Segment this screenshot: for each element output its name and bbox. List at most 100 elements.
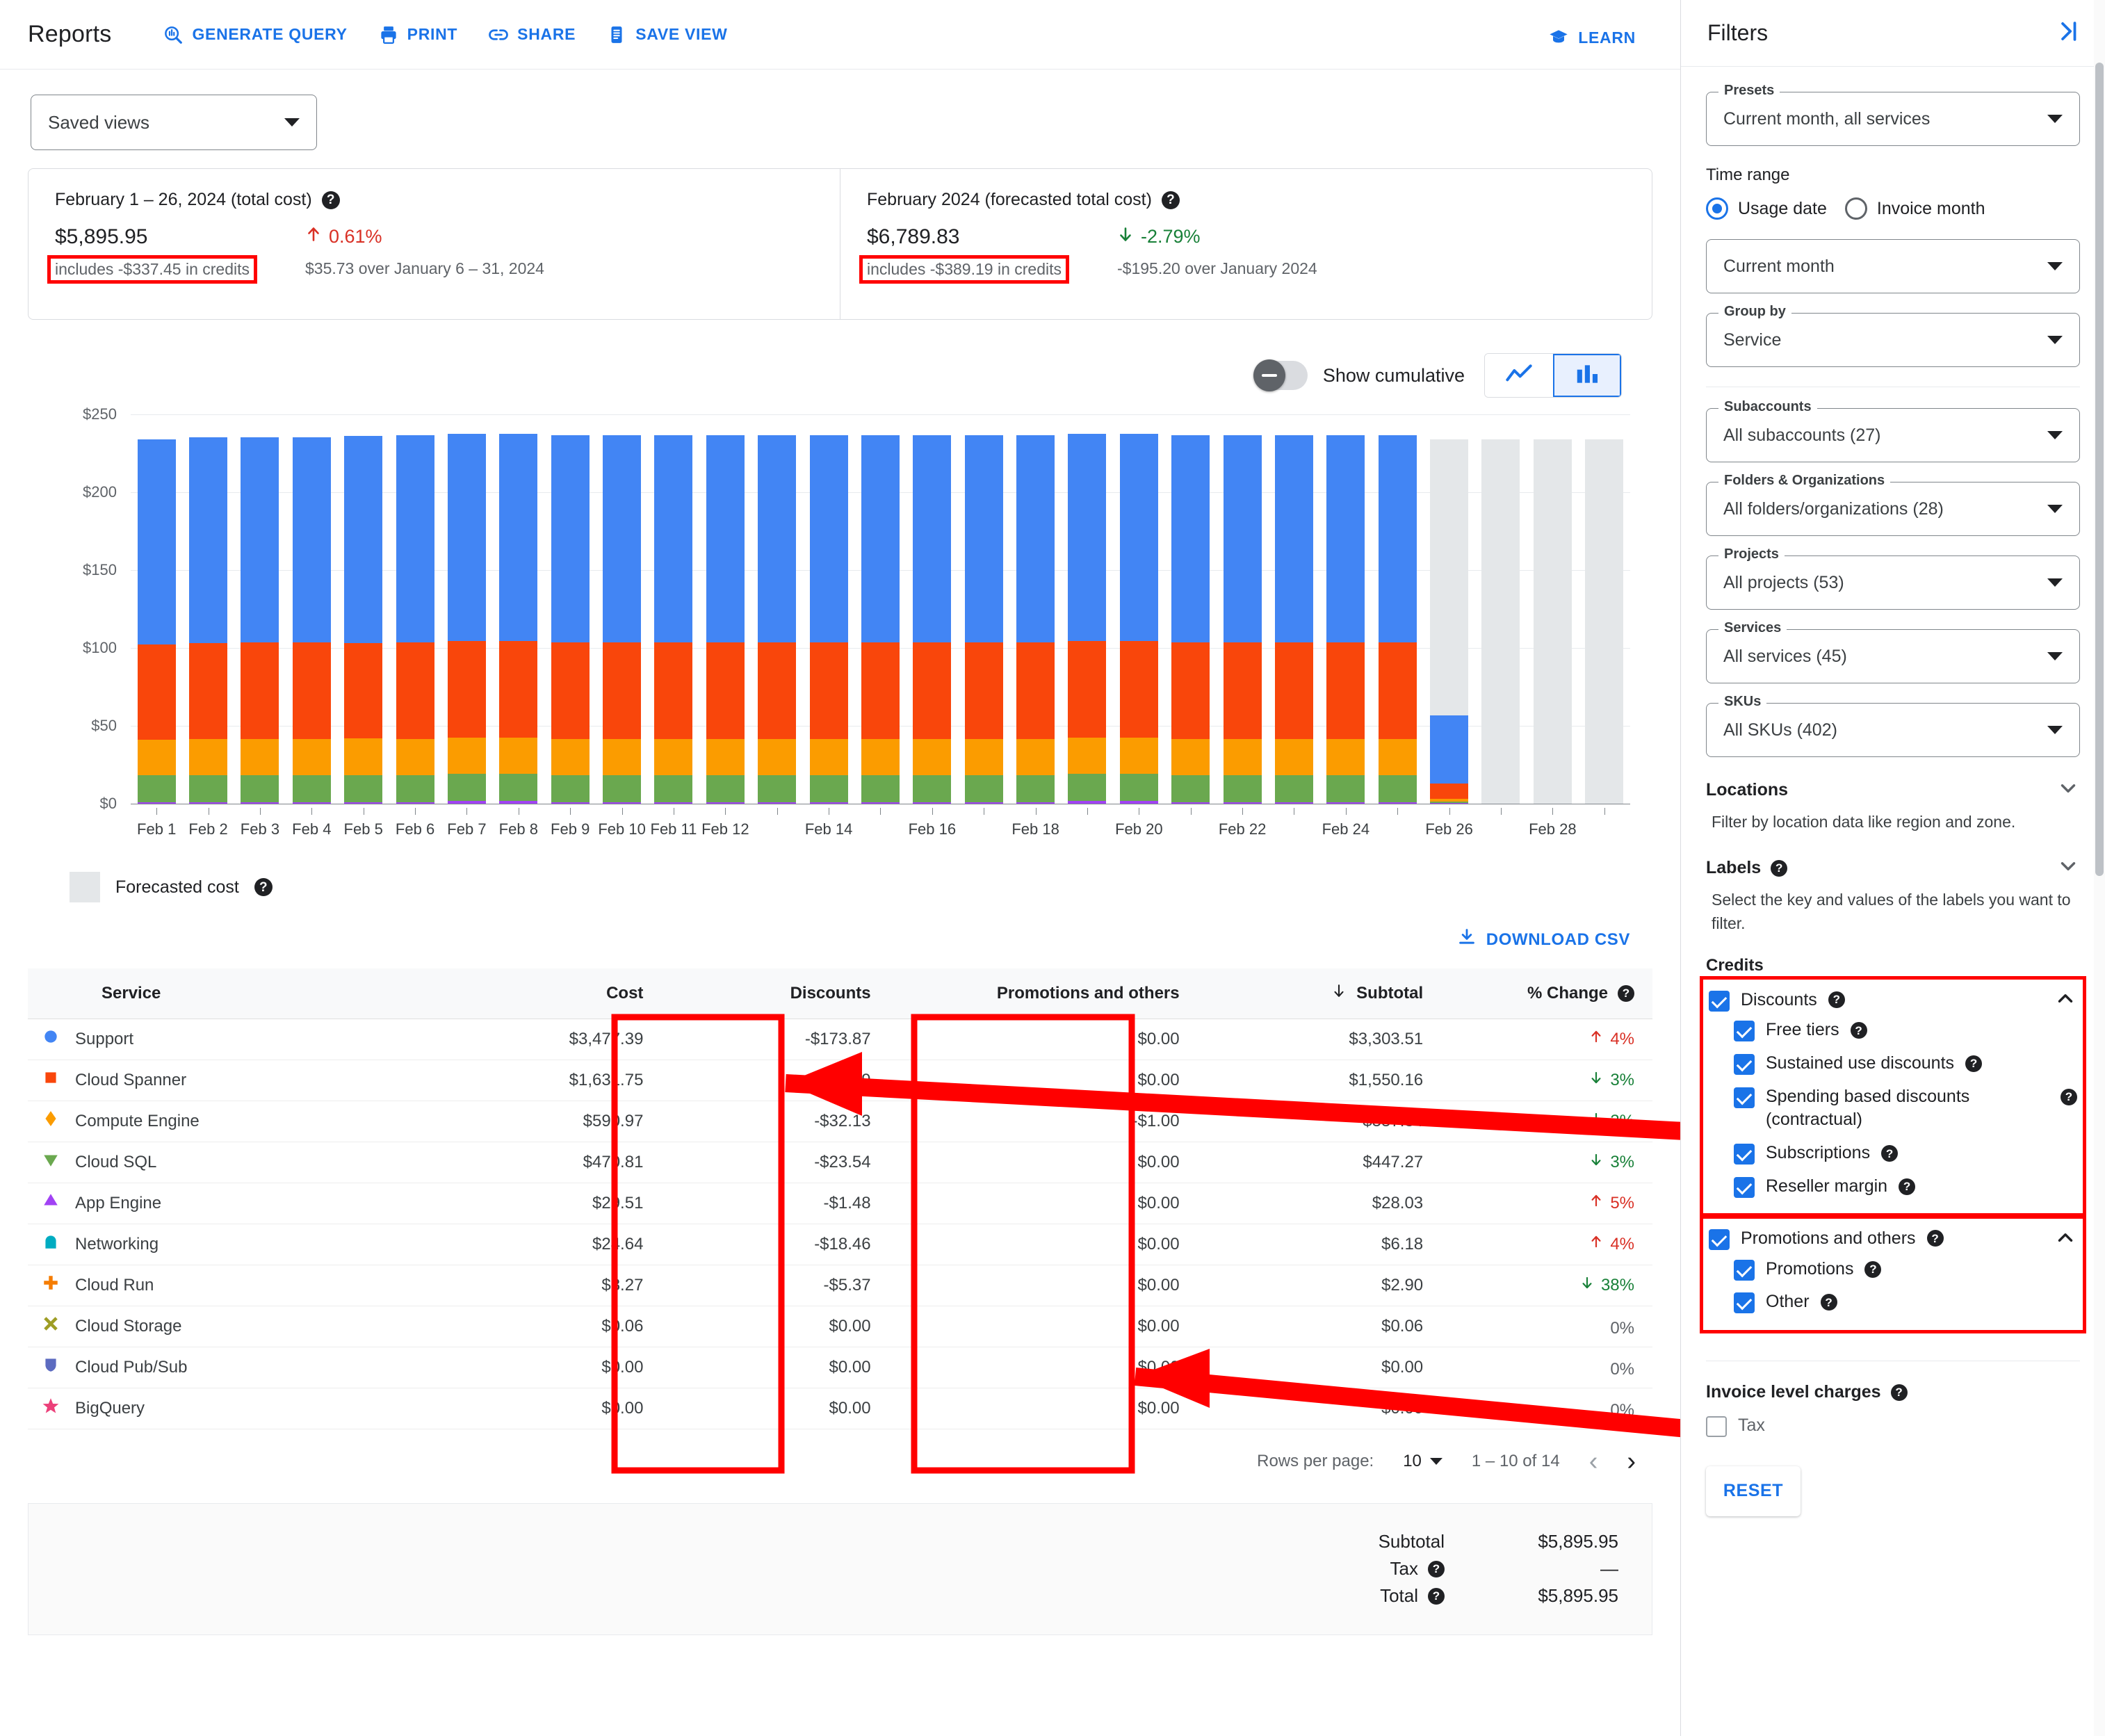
discounts-header[interactable]: Discounts ? (1709, 987, 2077, 1014)
stacked-bar[interactable] (292, 437, 331, 804)
checkbox-icon[interactable] (1734, 1053, 1755, 1075)
filters-scrollbar[interactable] (2094, 0, 2105, 1736)
filter-select-box[interactable]: All services (45) (1706, 629, 2080, 683)
stacked-bar[interactable] (861, 435, 900, 804)
chart-bar-slot[interactable] (751, 414, 803, 804)
stacked-bar[interactable] (447, 434, 486, 804)
stacked-bar[interactable] (1223, 435, 1262, 804)
checkbox-icon[interactable] (1734, 1259, 1755, 1281)
checkbox-icon[interactable] (1734, 1021, 1755, 1042)
stacked-bar[interactable] (241, 437, 279, 804)
help-icon[interactable]: ? (1864, 1260, 1882, 1278)
help-icon[interactable]: ? (1428, 1560, 1445, 1577)
chevron-up-icon[interactable] (2054, 1226, 2077, 1253)
table-row[interactable]: BigQuery $0.00 $0.00 $0.00 $0.00 0% (28, 1388, 1652, 1429)
table-row[interactable]: Cloud Spanner $1,631.75 -$81.59 $0.00 $1… (28, 1060, 1652, 1101)
checkbox-icon[interactable] (1709, 1229, 1730, 1251)
time-range-select[interactable]: Current month (1706, 239, 2080, 293)
chart-bar-slot[interactable] (1217, 414, 1268, 804)
toggle-switch[interactable] (1253, 359, 1308, 391)
chart-bar-slot[interactable] (1579, 414, 1630, 804)
radio-usage-date[interactable]: Usage date (1706, 197, 1827, 220)
chart-bar-slot[interactable] (958, 414, 1009, 804)
col-change[interactable]: % Change ? (1441, 968, 1652, 1019)
filter-select-box[interactable]: All projects (53) (1706, 555, 2080, 610)
learn-button[interactable]: LEARN (1532, 19, 1651, 56)
stacked-bar[interactable] (1378, 435, 1417, 804)
stacked-bar[interactable] (499, 434, 538, 804)
chevron-up-icon[interactable] (2054, 987, 2077, 1014)
chart-bar-slot[interactable] (1113, 414, 1164, 804)
chart-bar-slot[interactable] (286, 414, 337, 804)
table-row[interactable]: Networking $24.64 -$18.46 $0.00 $6.18 4% (28, 1224, 1652, 1265)
chart-bar-slot[interactable] (493, 414, 544, 804)
labels-section-header[interactable]: Labels ? (1706, 854, 2080, 882)
save-view-button[interactable]: SAVE VIEW (591, 17, 742, 52)
chart-bar-slot[interactable] (1527, 414, 1578, 804)
help-icon[interactable]: ? (1899, 1178, 1916, 1195)
saved-views-select[interactable]: Saved views (31, 95, 317, 150)
credit-option-row[interactable]: Free tiers ? (1709, 1014, 2077, 1047)
chart-bar-slot[interactable] (854, 414, 906, 804)
stacked-bar[interactable] (1119, 434, 1158, 804)
chart-bar-slot[interactable] (1372, 414, 1423, 804)
chart-bar-slot[interactable] (1062, 414, 1113, 804)
help-icon[interactable]: ? (1771, 859, 1788, 877)
filter-select-box[interactable]: All SKUs (402) (1706, 703, 2080, 757)
filter-select-box[interactable]: All subaccounts (27) (1706, 408, 2080, 462)
chart-bar-slot[interactable] (1320, 414, 1372, 804)
table-row[interactable]: Cloud Storage $0.06 $0.00 $0.00 $0.06 0% (28, 1306, 1652, 1347)
help-icon[interactable]: ? (254, 878, 273, 896)
group-by-select[interactable]: Service (1706, 313, 2080, 367)
table-row[interactable]: Cloud SQL $470.81 -$23.54 $0.00 $447.27 … (28, 1142, 1652, 1183)
panel-collapse-icon[interactable] (2055, 18, 2081, 48)
col-discounts[interactable]: Discounts (661, 968, 889, 1019)
col-subtotal[interactable]: Subtotal (1197, 968, 1442, 1019)
col-promotions[interactable]: Promotions and others (888, 968, 1198, 1019)
help-icon[interactable]: ? (1850, 1022, 1867, 1039)
chart-bar-slot[interactable] (1268, 414, 1319, 804)
stacked-bar[interactable] (1016, 435, 1055, 804)
help-icon[interactable]: ? (1881, 1145, 1899, 1162)
chart-bar-slot[interactable] (1423, 414, 1474, 804)
credit-option-row[interactable]: Subscriptions ? (1709, 1137, 2077, 1170)
table-row[interactable]: Support $3,477.39 -$173.87 $0.00 $3,303.… (28, 1019, 1652, 1060)
table-row[interactable]: Cloud Pub/Sub $0.00 $0.00 $0.00 $0.00 0% (28, 1347, 1652, 1388)
chart-bar-slot[interactable] (907, 414, 958, 804)
stacked-bar[interactable] (706, 435, 745, 804)
chart-bar-slot[interactable] (131, 414, 182, 804)
stacked-bar[interactable] (1068, 434, 1107, 804)
stacked-bar[interactable] (396, 435, 434, 804)
rows-per-page-select[interactable]: 10 (1403, 1452, 1442, 1471)
chart-bar-slot[interactable] (596, 414, 647, 804)
presets-select[interactable]: Current month, all services (1706, 92, 2080, 146)
checkbox-icon[interactable] (1709, 990, 1730, 1012)
filter-select-box[interactable]: All folders/organizations (28) (1706, 482, 2080, 536)
stacked-bar[interactable] (809, 435, 848, 804)
discounts-checkbox-row[interactable]: Discounts ? (1709, 989, 1845, 1012)
print-button[interactable]: PRINT (363, 17, 473, 52)
help-icon[interactable]: ? (1965, 1055, 1983, 1072)
stacked-bar[interactable] (1171, 435, 1210, 804)
stacked-bar[interactable] (1274, 435, 1313, 804)
stacked-bar[interactable] (137, 439, 176, 804)
help-icon[interactable]: ? (1428, 1587, 1445, 1605)
checkbox-icon[interactable] (1734, 1292, 1755, 1314)
chart-bar-slot[interactable] (544, 414, 596, 804)
promotions-checkbox-row[interactable]: Promotions and others ? (1709, 1227, 1944, 1251)
help-icon[interactable]: ? (1820, 1294, 1837, 1311)
chart-bar-slot[interactable] (803, 414, 854, 804)
stacked-bar[interactable] (551, 435, 590, 804)
credit-option-row[interactable]: Reseller margin ? (1709, 1170, 2077, 1203)
share-button[interactable]: SHARE (473, 17, 591, 52)
help-icon[interactable]: ? (1161, 190, 1180, 209)
show-cumulative-toggle[interactable]: Show cumulative (1253, 359, 1465, 391)
help-icon[interactable]: ? (1926, 1230, 1944, 1247)
help-icon[interactable]: ? (1828, 991, 1845, 1008)
chart-bar-slot[interactable] (441, 414, 492, 804)
checkbox-icon[interactable] (1706, 1416, 1727, 1438)
chart-bar-slot[interactable] (234, 414, 286, 804)
stacked-bar[interactable] (913, 435, 952, 804)
table-row[interactable]: Cloud Run $8.27 -$5.37 $0.00 $2.90 38% (28, 1265, 1652, 1306)
help-icon[interactable]: ? (1890, 1384, 1908, 1401)
